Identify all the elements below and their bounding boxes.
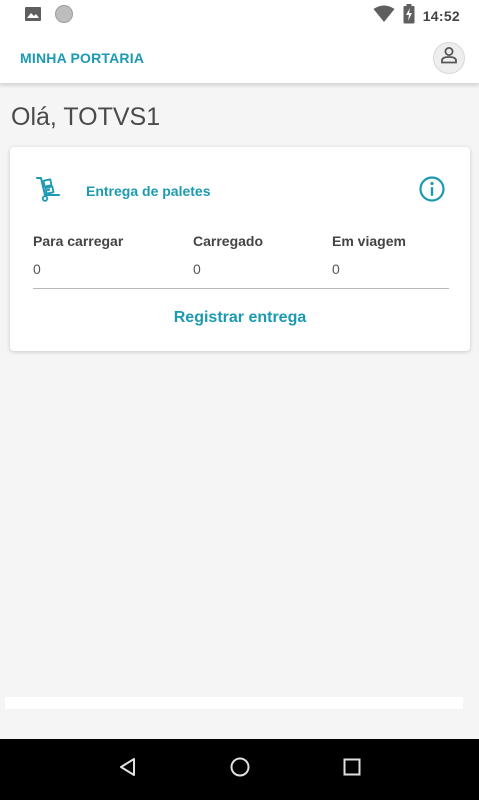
- stat-label: Carregado: [193, 233, 264, 249]
- stat-loaded: Carregado 0: [193, 233, 332, 277]
- card-header: Entrega de paletes: [34, 175, 446, 207]
- register-delivery-button[interactable]: Registrar entrega: [10, 309, 470, 327]
- pallet-delivery-card: Entrega de paletes Para carregar 0 Carre…: [10, 147, 470, 351]
- stat-label: Em viagem: [332, 233, 406, 249]
- card-title: Entrega de paletes: [86, 183, 211, 199]
- card-divider: [33, 288, 449, 289]
- image-icon: [24, 5, 42, 28]
- stat-value: 0: [332, 261, 340, 277]
- stat-value: 0: [193, 261, 201, 277]
- navigation-bar: [0, 739, 479, 800]
- hand-truck-icon: [34, 175, 62, 208]
- status-bar: 14:52: [0, 0, 479, 32]
- info-icon[interactable]: [418, 175, 446, 208]
- status-bar-left: [24, 4, 74, 29]
- profile-button[interactable]: [433, 41, 465, 74]
- greeting-text: Olá, TOTVS1: [11, 103, 161, 131]
- recents-icon[interactable]: [342, 757, 362, 782]
- app-bar: MINHA PORTARIA: [0, 32, 479, 84]
- home-icon[interactable]: [229, 756, 251, 783]
- stat-label: Para carregar: [33, 233, 124, 249]
- user-icon: [439, 45, 459, 70]
- wifi-icon: [373, 5, 395, 28]
- app-title: MINHA PORTARIA: [20, 49, 145, 66]
- stat-to-load: Para carregar 0: [33, 233, 193, 277]
- back-icon[interactable]: [117, 756, 139, 783]
- stat-value: 0: [33, 261, 41, 277]
- status-bar-right: 14:52: [373, 3, 460, 29]
- status-time: 14:52: [422, 8, 460, 24]
- stat-in-transit: Em viagem 0: [332, 233, 406, 277]
- circle-notification-icon: [54, 4, 74, 29]
- stats-row: Para carregar 0 Carregado 0 Em viagem 0: [33, 233, 449, 277]
- bottom-strip: [5, 697, 463, 709]
- battery-charging-icon: [403, 3, 415, 29]
